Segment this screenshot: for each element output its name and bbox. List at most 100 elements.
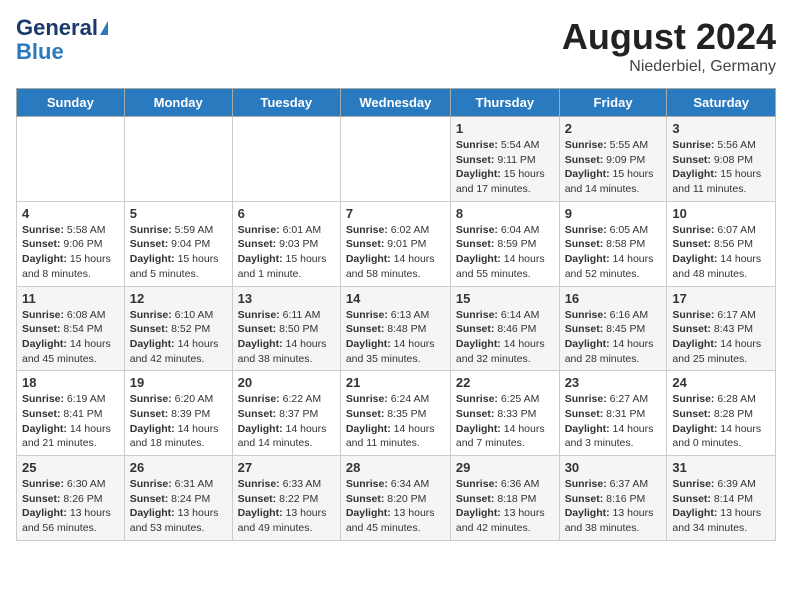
calendar-cell: 14Sunrise: 6:13 AMSunset: 8:48 PMDayligh…	[340, 286, 450, 371]
day-info: Daylight: 15 hours and 8 minutes.	[22, 252, 119, 281]
day-info: Sunrise: 6:22 AM	[238, 392, 335, 407]
day-info: Daylight: 15 hours and 14 minutes.	[565, 167, 662, 196]
day-info: Daylight: 14 hours and 35 minutes.	[346, 337, 445, 366]
calendar-cell: 13Sunrise: 6:11 AMSunset: 8:50 PMDayligh…	[232, 286, 340, 371]
calendar-cell: 18Sunrise: 6:19 AMSunset: 8:41 PMDayligh…	[17, 371, 125, 456]
calendar-cell: 23Sunrise: 6:27 AMSunset: 8:31 PMDayligh…	[559, 371, 667, 456]
day-info: Sunrise: 6:37 AM	[565, 477, 662, 492]
day-info: Sunrise: 6:16 AM	[565, 308, 662, 323]
day-info: Sunrise: 6:08 AM	[22, 308, 119, 323]
calendar-week-5: 25Sunrise: 6:30 AMSunset: 8:26 PMDayligh…	[17, 456, 776, 541]
day-info: Daylight: 14 hours and 11 minutes.	[346, 422, 445, 451]
day-info: Daylight: 15 hours and 1 minute.	[238, 252, 335, 281]
day-number: 4	[22, 206, 119, 221]
day-number: 13	[238, 291, 335, 306]
calendar-cell: 4Sunrise: 5:58 AMSunset: 9:06 PMDaylight…	[17, 201, 125, 286]
day-info: Sunset: 8:46 PM	[456, 322, 554, 337]
day-number: 12	[130, 291, 227, 306]
day-info: Sunrise: 6:25 AM	[456, 392, 554, 407]
day-number: 9	[565, 206, 662, 221]
day-info: Daylight: 15 hours and 11 minutes.	[672, 167, 770, 196]
title-section: August 2024 Niederbiel, Germany	[562, 16, 776, 76]
day-info: Sunset: 9:03 PM	[238, 237, 335, 252]
day-info: Daylight: 14 hours and 0 minutes.	[672, 422, 770, 451]
day-number: 24	[672, 375, 770, 390]
day-info: Daylight: 13 hours and 34 minutes.	[672, 506, 770, 535]
day-info: Sunset: 8:41 PM	[22, 407, 119, 422]
day-info: Daylight: 14 hours and 3 minutes.	[565, 422, 662, 451]
day-info: Daylight: 14 hours and 14 minutes.	[238, 422, 335, 451]
day-number: 21	[346, 375, 445, 390]
calendar-cell: 20Sunrise: 6:22 AMSunset: 8:37 PMDayligh…	[232, 371, 340, 456]
day-info: Sunrise: 6:19 AM	[22, 392, 119, 407]
day-info: Sunrise: 6:30 AM	[22, 477, 119, 492]
day-info: Daylight: 14 hours and 7 minutes.	[456, 422, 554, 451]
day-number: 27	[238, 460, 335, 475]
day-number: 16	[565, 291, 662, 306]
calendar-cell: 2Sunrise: 5:55 AMSunset: 9:09 PMDaylight…	[559, 117, 667, 202]
day-number: 10	[672, 206, 770, 221]
day-info: Sunrise: 5:56 AM	[672, 138, 770, 153]
day-number: 26	[130, 460, 227, 475]
day-info: Sunset: 8:43 PM	[672, 322, 770, 337]
day-info: Sunrise: 6:04 AM	[456, 223, 554, 238]
day-number: 31	[672, 460, 770, 475]
calendar-cell: 6 Sunrise: 6:01 AMSunset: 9:03 PMDaylight…	[232, 201, 340, 286]
day-info: Sunrise: 6:17 AM	[672, 308, 770, 323]
day-info: Sunset: 8:45 PM	[565, 322, 662, 337]
day-info: Sunset: 8:33 PM	[456, 407, 554, 422]
day-info: Sunset: 8:16 PM	[565, 492, 662, 507]
day-info: Daylight: 15 hours and 5 minutes.	[130, 252, 227, 281]
month-title: August 2024	[562, 16, 776, 58]
day-info: Sunrise: 6:14 AM	[456, 308, 554, 323]
day-info: Sunrise: 6:01 AM	[238, 223, 335, 238]
day-info: Sunrise: 6:39 AM	[672, 477, 770, 492]
calendar-cell: 3Sunrise: 5:56 AMSunset: 9:08 PMDaylight…	[667, 117, 776, 202]
day-info: Sunset: 9:06 PM	[22, 237, 119, 252]
day-info: Daylight: 13 hours and 42 minutes.	[456, 506, 554, 535]
day-info: Sunset: 9:04 PM	[130, 237, 227, 252]
calendar-cell: 28Sunrise: 6:34 AMSunset: 8:20 PMDayligh…	[340, 456, 450, 541]
calendar-cell: 26Sunrise: 6:31 AMSunset: 8:24 PMDayligh…	[124, 456, 232, 541]
day-info: Daylight: 14 hours and 38 minutes.	[238, 337, 335, 366]
calendar-cell: 24Sunrise: 6:28 AMSunset: 8:28 PMDayligh…	[667, 371, 776, 456]
day-number: 5	[130, 206, 227, 221]
calendar-cell: 29Sunrise: 6:36 AMSunset: 8:18 PMDayligh…	[450, 456, 559, 541]
calendar-week-4: 18Sunrise: 6:19 AMSunset: 8:41 PMDayligh…	[17, 371, 776, 456]
day-info: Daylight: 13 hours and 56 minutes.	[22, 506, 119, 535]
day-info: Sunrise: 6:24 AM	[346, 392, 445, 407]
day-info: Sunset: 8:59 PM	[456, 237, 554, 252]
day-number: 29	[456, 460, 554, 475]
day-number: 20	[238, 375, 335, 390]
day-info: Daylight: 14 hours and 32 minutes.	[456, 337, 554, 366]
day-info: Sunrise: 6:02 AM	[346, 223, 445, 238]
calendar-cell	[340, 117, 450, 202]
calendar-cell: 12Sunrise: 6:10 AMSunset: 8:52 PMDayligh…	[124, 286, 232, 371]
day-info: Sunset: 9:01 PM	[346, 237, 445, 252]
logo: General Blue	[16, 16, 108, 64]
day-info: Sunrise: 5:54 AM	[456, 138, 554, 153]
day-number: 15	[456, 291, 554, 306]
day-info: Sunrise: 5:55 AM	[565, 138, 662, 153]
day-info: Sunset: 8:31 PM	[565, 407, 662, 422]
day-info: Daylight: 14 hours and 48 minutes.	[672, 252, 770, 281]
day-info: Daylight: 14 hours and 28 minutes.	[565, 337, 662, 366]
day-info: Daylight: 14 hours and 55 minutes.	[456, 252, 554, 281]
calendar-week-1: 1Sunrise: 5:54 AMSunset: 9:11 PMDaylight…	[17, 117, 776, 202]
calendar-week-2: 4Sunrise: 5:58 AMSunset: 9:06 PMDaylight…	[17, 201, 776, 286]
day-info: Sunset: 9:09 PM	[565, 153, 662, 168]
day-info: Sunrise: 5:59 AM	[130, 223, 227, 238]
day-info: Sunset: 8:26 PM	[22, 492, 119, 507]
calendar-cell: 16 Sunrise: 6:16 AMSunset: 8:45 PMDayligh…	[559, 286, 667, 371]
day-info: Sunset: 8:48 PM	[346, 322, 445, 337]
calendar-cell: 31Sunrise: 6:39 AMSunset: 8:14 PMDayligh…	[667, 456, 776, 541]
calendar-cell: 1Sunrise: 5:54 AMSunset: 9:11 PMDaylight…	[450, 117, 559, 202]
logo-text-general: General	[16, 16, 98, 40]
calendar-cell: 7Sunrise: 6:02 AMSunset: 9:01 PMDaylight…	[340, 201, 450, 286]
day-info: Sunrise: 6:34 AM	[346, 477, 445, 492]
day-info: Daylight: 13 hours and 45 minutes.	[346, 506, 445, 535]
day-number: 6	[238, 206, 335, 221]
day-info: Sunset: 8:18 PM	[456, 492, 554, 507]
day-info: Sunrise: 6:10 AM	[130, 308, 227, 323]
day-info: Daylight: 14 hours and 21 minutes.	[22, 422, 119, 451]
